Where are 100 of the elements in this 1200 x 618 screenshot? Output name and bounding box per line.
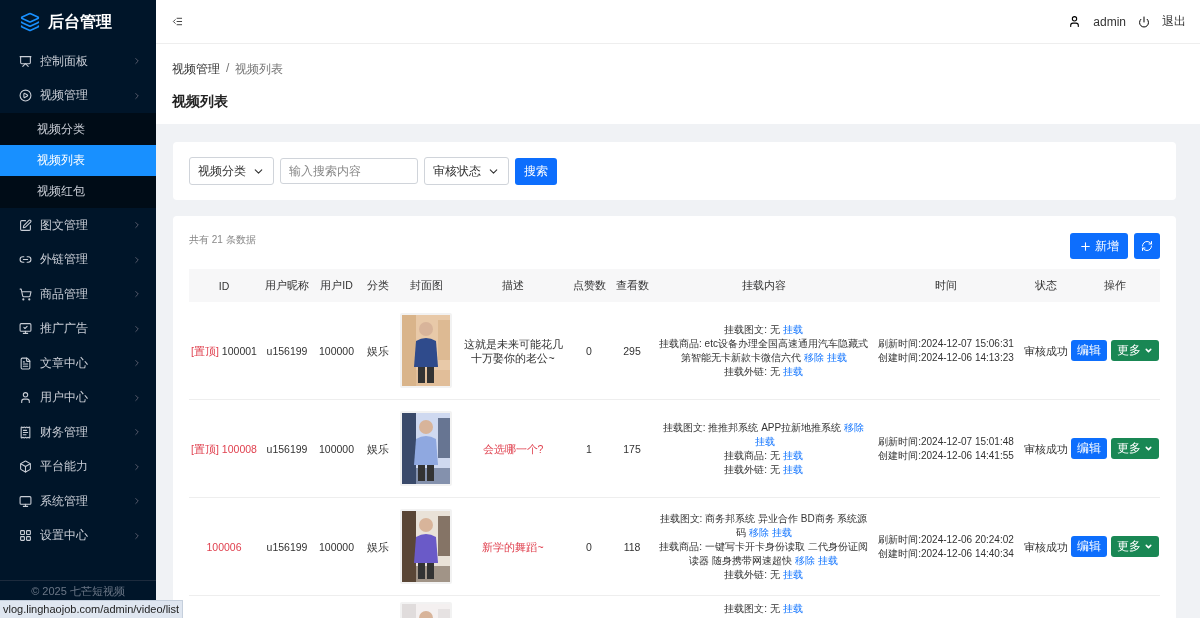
category-select[interactable]: 视频分类	[189, 157, 274, 185]
edit-button[interactable]: 编辑	[1071, 536, 1107, 557]
record-count: 共有 21 条数据	[189, 233, 256, 247]
chevron-icon	[132, 530, 142, 541]
plus-icon	[1079, 239, 1092, 253]
refresh-button[interactable]	[1134, 233, 1160, 259]
page-title: 视频列表	[172, 93, 229, 111]
breadcrumb-item[interactable]: 视频管理	[172, 61, 220, 78]
mount-link[interactable]: 挂载	[782, 323, 803, 335]
menu-icon	[19, 89, 32, 103]
column-header: 操作	[1070, 269, 1160, 302]
menu-item[interactable]: 图文管理	[0, 208, 156, 243]
menu-icon	[19, 218, 32, 232]
nickname-cell: u156199	[266, 540, 308, 553]
mount-link[interactable]: 移除	[803, 351, 824, 363]
mount-line: 挂载商品: 一键写卡开卡身份读取 二代身份证阅读器 随身携带网速超快 移除 挂载	[659, 539, 868, 568]
mount-link[interactable]: 挂载	[826, 351, 847, 363]
menu-item[interactable]: 用户中心	[0, 380, 156, 415]
menu-item[interactable]: 平台能力	[0, 449, 156, 484]
chevron-icon	[132, 56, 142, 67]
menu-icon	[19, 287, 32, 301]
more-button[interactable]: 更多	[1111, 438, 1159, 459]
column-header: 用户昵称	[259, 269, 315, 302]
description-cell-text: 这就是未来可能花几十万娶你的老公~	[462, 336, 564, 365]
mount-link[interactable]: 挂载	[782, 449, 803, 461]
chevron-icon	[132, 289, 142, 300]
chevron-icon	[132, 358, 142, 369]
mount-link[interactable]: 挂载	[782, 463, 803, 475]
mount-link[interactable]: 移除	[844, 421, 865, 433]
mount-link[interactable]: 挂载	[782, 568, 803, 580]
search-field[interactable]: 输入搜索内容	[280, 158, 418, 184]
edit-button[interactable]: 编辑	[1071, 438, 1107, 459]
menu-icon	[19, 391, 32, 405]
user-link[interactable]: admin	[1093, 14, 1126, 29]
mount-line: 挂载外链: 无 挂载	[723, 364, 804, 379]
status-select[interactable]: 审核状态	[424, 157, 509, 185]
mount-link[interactable]: 挂载	[817, 554, 838, 566]
caret-icon	[1144, 542, 1153, 551]
column-header: ID	[189, 269, 259, 302]
refresh-time: 刷新时间:2024-12-07 15:06:31	[877, 336, 1015, 351]
status-cell: 审核成功	[1024, 540, 1068, 553]
menu-icon	[19, 425, 32, 439]
menu-item[interactable]: 商品管理	[0, 277, 156, 312]
mount-line: 挂载外链: 无 挂载	[723, 462, 804, 477]
chevron-icon	[132, 427, 142, 438]
column-header: 点赞数	[571, 269, 607, 302]
chevron-icon	[132, 254, 142, 265]
logo-icon	[20, 12, 40, 32]
likes-cell: 1	[586, 442, 592, 455]
caret-icon	[1144, 346, 1153, 355]
refresh-icon	[1141, 240, 1153, 252]
mount-link[interactable]: 挂载	[755, 435, 775, 447]
status-cell: 审核成功	[1024, 344, 1068, 357]
more-button[interactable]: 更多	[1111, 536, 1159, 557]
submenu-item[interactable]: 视频分类	[0, 114, 156, 145]
menu-item[interactable]: 财务管理	[0, 415, 156, 450]
chevron-icon	[132, 496, 142, 507]
mount-link[interactable]: 移除	[748, 526, 769, 538]
menu-item[interactable]: 系统管理	[0, 484, 156, 519]
menu-item[interactable]: 推广广告	[0, 311, 156, 346]
likes-cell: 0	[586, 344, 592, 357]
mount-link[interactable]: 移除	[794, 554, 815, 566]
submenu-item[interactable]: 视频红包	[0, 176, 156, 207]
mount-line: 挂载图文: 无 挂载	[723, 322, 804, 337]
add-button[interactable]: 新增	[1070, 233, 1128, 259]
edit-button[interactable]: 编辑	[1071, 340, 1107, 361]
menu-item[interactable]: 外链管理	[0, 242, 156, 277]
menu-item[interactable]: 视频管理	[0, 78, 156, 113]
caret-icon	[1144, 444, 1153, 453]
menu-icon	[19, 494, 32, 508]
category-cell: 娱乐	[366, 344, 389, 357]
column-header: 分类	[358, 269, 397, 302]
column-header: 挂载内容	[657, 269, 870, 302]
submenu-item[interactable]: 视频列表	[0, 145, 156, 176]
copyright-text: © 2025 七芒短视频	[31, 584, 125, 598]
column-header: 描述	[455, 269, 571, 302]
search-button[interactable]: 搜索	[515, 157, 557, 185]
power-icon	[1138, 15, 1150, 28]
menu-item[interactable]: 控制面板	[0, 44, 156, 79]
collapse-icon[interactable]	[172, 16, 183, 27]
status-cell: 审核成功	[1024, 442, 1068, 455]
mount-link[interactable]: 挂载	[771, 526, 792, 538]
chevron-icon	[132, 461, 142, 472]
column-header: 用户ID	[315, 269, 358, 302]
mount-link[interactable]: 挂载	[782, 603, 803, 614]
user-icon	[1068, 15, 1082, 28]
column-header: 查看数	[607, 269, 657, 302]
mount-link[interactable]: 挂载	[782, 365, 803, 377]
menu-item[interactable]: 设置中心	[0, 518, 156, 553]
breadcrumb-separator: /	[226, 61, 230, 77]
views-cell: 175	[623, 442, 641, 455]
chevron-icon	[132, 323, 142, 334]
likes-cell: 0	[586, 540, 592, 553]
logout-link[interactable]: 退出	[1162, 13, 1186, 30]
breadcrumb-item: 视频列表	[235, 61, 284, 78]
menu-item[interactable]: 文章中心	[0, 346, 156, 381]
nickname-cell: u156199	[266, 344, 308, 357]
more-button[interactable]: 更多	[1111, 340, 1159, 361]
category-cell: 娱乐	[366, 540, 389, 553]
column-header: 时间	[870, 269, 1022, 302]
